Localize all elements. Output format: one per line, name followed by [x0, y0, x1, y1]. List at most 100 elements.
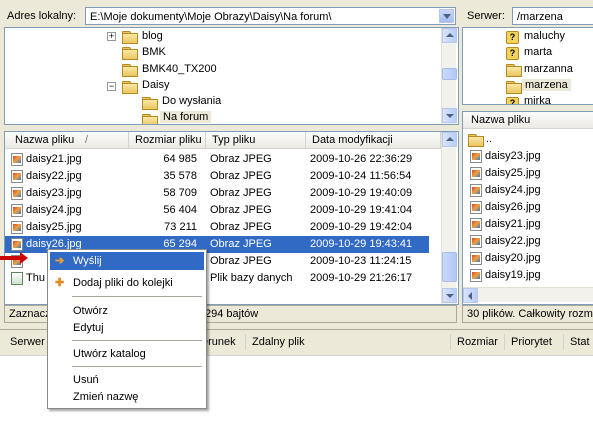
tree-item-blog[interactable]: blog: [142, 30, 163, 42]
queue-col-remote-file[interactable]: Zdalny plik: [246, 334, 451, 350]
remote-file-name: daisy22.jpg: [485, 235, 541, 247]
menu-item-open-label: Otwórz: [73, 305, 108, 317]
menu-item-add-to-queue[interactable]: ✚ Dodaj pliki do kolejki: [50, 274, 204, 292]
scroll-left-icon[interactable]: [463, 288, 478, 303]
collapse-icon[interactable]: −: [107, 82, 116, 91]
folder-open-icon: [122, 81, 138, 94]
jpg-file-icon: [11, 204, 23, 217]
tree-item-do-wyslania[interactable]: Do wysłania: [162, 95, 221, 107]
menu-item-edit[interactable]: Edytuj: [50, 319, 204, 337]
scroll-down-icon[interactable]: [442, 108, 457, 123]
scroll-thumb[interactable]: [442, 252, 457, 282]
menu-item-delete[interactable]: Usuń: [50, 371, 204, 389]
local-folder-tree[interactable]: + blog BMK BMK40_TX200 − Daisy Do wysłan…: [4, 27, 459, 125]
expand-icon[interactable]: +: [107, 32, 116, 41]
queue-col-direction-label: erunek: [202, 336, 236, 348]
queue-col-status[interactable]: Stat: [564, 334, 593, 350]
file-size: 35 578: [163, 170, 197, 182]
col-name-header[interactable]: Nazwa pliku /: [5, 132, 129, 148]
file-name: daisy22.jpg: [26, 170, 82, 182]
remote-tree-item[interactable]: mirka: [524, 95, 551, 104]
scroll-up-icon[interactable]: [442, 132, 457, 147]
menu-item-create-folder[interactable]: Utwórz katalog: [50, 345, 204, 363]
remote-file-name: daisy26.jpg: [485, 201, 541, 213]
file-date: 2009-10-29 19:42:04: [310, 221, 413, 233]
file-size: 56 404: [163, 204, 197, 216]
arrow-head-icon: [20, 252, 28, 264]
scroll-up-icon[interactable]: [442, 28, 457, 43]
folder-icon: [122, 64, 138, 77]
remote-file-list[interactable]: Nazwa pliku .. daisy23.jpg daisy25.jpg d…: [462, 111, 593, 305]
file-type: Obraz JPEG: [210, 238, 272, 250]
remote-col-name-label: Nazwa pliku: [471, 114, 531, 126]
folder-icon: [122, 31, 138, 44]
file-date: 2009-10-29 21:26:17: [310, 272, 413, 284]
menu-item-rename[interactable]: Zmień nazwę: [50, 388, 204, 406]
file-type: Obraz JPEG: [210, 170, 272, 182]
remote-file-name: daisy25.jpg: [485, 167, 541, 179]
jpg-file-icon: [470, 252, 482, 265]
jpg-file-icon: [470, 201, 482, 214]
upload-arrow-icon: ➔: [55, 255, 65, 267]
server-path-input[interactable]: /marzena: [512, 7, 593, 25]
local-list-scrollbar[interactable]: [441, 132, 457, 304]
local-address-input[interactable]: E:\Moje dokumenty\Moje Obrazy\Daisy\Na f…: [85, 7, 456, 25]
menu-item-open[interactable]: Otwórz: [50, 302, 204, 320]
remote-tree-item-selected[interactable]: marzena: [522, 79, 571, 91]
col-date-header[interactable]: Data modyfikacji: [306, 132, 441, 148]
tree-item-bmk[interactable]: BMK: [142, 46, 166, 58]
scroll-down-icon[interactable]: [442, 288, 457, 303]
table-row[interactable]: daisy21.jpg 64 985 Obraz JPEG 2009-10-26…: [5, 151, 429, 168]
remote-folder-tree[interactable]: ? maluchy ? marta marzanna marzena ? mir…: [462, 27, 593, 105]
unknown-folder-icon: ?: [506, 97, 519, 104]
table-row[interactable]: daisy25.jpg 73 211 Obraz JPEG 2009-10-29…: [5, 219, 429, 236]
table-row[interactable]: daisy22.jpg 35 578 Obraz JPEG 2009-10-24…: [5, 168, 429, 185]
scroll-thumb[interactable]: [442, 68, 457, 80]
menu-item-create-folder-label: Utwórz katalog: [73, 348, 146, 360]
folder-icon: [122, 47, 138, 60]
jpg-file-icon: [11, 221, 23, 234]
menu-item-upload-label: Wyślij: [73, 255, 102, 267]
queue-col-size[interactable]: Rozmiar: [451, 334, 505, 350]
remote-file-name: daisy21.jpg: [485, 218, 541, 230]
local-tree-scrollbar[interactable]: [441, 28, 457, 124]
local-address-dropdown-icon[interactable]: [439, 9, 454, 23]
queue-col-priority[interactable]: Priorytet: [505, 334, 564, 350]
remote-tree-item[interactable]: marta: [524, 46, 552, 58]
local-status-left: Zaznacz: [9, 308, 51, 320]
remote-tree-item[interactable]: maluchy: [524, 30, 565, 42]
tree-item-bmk40[interactable]: BMK40_TX200: [142, 63, 217, 75]
file-size: 58 709: [163, 187, 197, 199]
menu-separator: [72, 366, 202, 367]
local-list-header: Nazwa pliku / Rozmiar pliku Typ pliku Da…: [5, 132, 441, 149]
remote-list-header: Nazwa pliku: [463, 112, 593, 129]
col-type-header[interactable]: Typ pliku: [206, 132, 306, 148]
queue-col-remote-file-label: Zdalny plik: [252, 336, 305, 348]
jpg-file-icon: [11, 238, 23, 251]
context-menu: ➔ Wyślij ✚ Dodaj pliki do kolejki Otwórz…: [47, 249, 207, 409]
jpg-file-icon: [470, 150, 482, 163]
database-file-icon: [11, 272, 23, 285]
file-size: 64 985: [163, 153, 197, 165]
remote-tree-item[interactable]: marzanna: [524, 63, 573, 75]
remote-status-text: 30 plików. Całkowity rozmiar: [467, 308, 593, 320]
remote-hscrollbar[interactable]: [463, 287, 593, 303]
tree-item-daisy[interactable]: Daisy: [142, 79, 170, 91]
table-row[interactable]: daisy24.jpg 56 404 Obraz JPEG 2009-10-29…: [5, 202, 429, 219]
file-date: 2009-10-29 19:43:41: [310, 238, 413, 250]
menu-item-upload[interactable]: ➔ Wyślij: [50, 252, 204, 270]
remote-col-name-header[interactable]: Nazwa pliku: [463, 112, 593, 128]
menu-item-delete-label: Usuń: [73, 374, 99, 386]
menu-item-add-to-queue-label: Dodaj pliki do kolejki: [73, 277, 173, 289]
remote-file-name: ..: [486, 133, 493, 145]
jpg-file-icon: [470, 218, 482, 231]
table-row[interactable]: daisy23.jpg 58 709 Obraz JPEG 2009-10-29…: [5, 185, 429, 202]
tree-item-na-forum[interactable]: Na forum: [160, 111, 212, 123]
remote-status-bar: 30 plików. Całkowity rozmiar: [462, 305, 593, 323]
local-status-right: 294 bajtów: [205, 308, 259, 320]
col-name-label: Nazwa pliku: [15, 134, 75, 146]
queue-col-size-label: Rozmiar: [457, 336, 498, 348]
menu-separator: [72, 340, 202, 341]
col-size-header[interactable]: Rozmiar pliku: [129, 132, 206, 148]
remote-file-name: daisy23.jpg: [485, 150, 541, 162]
